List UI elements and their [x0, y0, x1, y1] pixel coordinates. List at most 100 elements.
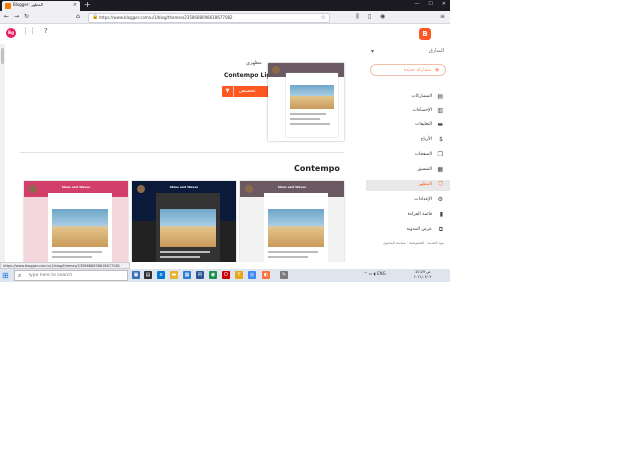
- lock-icon: 🔒: [92, 14, 99, 20]
- blog-switcher-chevron-icon[interactable]: ▾: [371, 48, 374, 55]
- blogger-logo-icon[interactable]: B: [419, 28, 431, 40]
- theme-header-text: Skies and Waves: [169, 185, 199, 189]
- sidebar-item-2[interactable]: ▬ التعليقات: [366, 120, 450, 131]
- theme-card-light[interactable]: Skies and Waves: [240, 181, 344, 262]
- new-post-button[interactable]: + مشاركة جديدة: [370, 64, 446, 76]
- theme-thumbnail: Skies and Waves: [132, 181, 236, 262]
- paint-icon[interactable]: ✎: [280, 271, 288, 279]
- footer-links[interactable]: بنود الخدمة · الخصوصية · سياسة المحتوى: [383, 241, 444, 245]
- theme-text-line: [52, 251, 102, 253]
- theme-avatar: [29, 185, 37, 193]
- clock-date: ٢٠٢١/٠٣/٠٣: [414, 275, 432, 279]
- sidebar-item-8[interactable]: ▮ قائمة القراءة: [366, 210, 450, 221]
- sidebar-toggle-icon[interactable]: ▯: [368, 13, 371, 20]
- sidebar-item-1[interactable]: ▥ الإحصاءات: [366, 106, 450, 117]
- sidebar-item-label: الأرباح: [420, 137, 432, 142]
- sidebar-item-4[interactable]: ❐ الصفحات: [366, 150, 450, 161]
- address-bar[interactable]: 🔒 https://www.blogger.com/u/1/blog/theme…: [88, 13, 330, 23]
- theme-thumbnail: Skies and Waves: [24, 181, 128, 262]
- store-icon[interactable]: ▦: [183, 271, 191, 279]
- theme-family-title: Contempo: [294, 164, 340, 173]
- theme-post-preview: [264, 193, 328, 262]
- file-explorer-icon[interactable]: ▬: [170, 271, 178, 279]
- page-scrollbar[interactable]: [0, 44, 5, 262]
- reload-button[interactable]: ↻: [24, 13, 29, 20]
- theme-card-dark[interactable]: Skies and Waves: [132, 181, 236, 262]
- library-icon[interactable]: ⫼: [356, 13, 359, 21]
- tab-strip: Blogger: المظهر × + — ☐ ✕: [0, 0, 450, 11]
- chrome-like-icon[interactable]: ◉: [209, 271, 217, 279]
- sidebar-item-6[interactable]: ⛉ المظهر: [366, 180, 450, 191]
- theme-thumbnail: Skies and Waves: [240, 181, 344, 262]
- theme-avatar: [137, 185, 145, 193]
- maximize-button[interactable]: ☐: [428, 1, 432, 7]
- search-icon: ⌕: [18, 272, 22, 279]
- theme-header-text: Skies and Waves: [61, 185, 91, 189]
- opera-icon[interactable]: O: [222, 271, 230, 279]
- url-text[interactable]: https://www.blogger.com/u/1/blog/themes/…: [99, 15, 233, 20]
- minimize-button[interactable]: —: [414, 1, 419, 7]
- task-view-icon[interactable]: ▣: [132, 271, 140, 279]
- theme-avatar: [245, 185, 253, 193]
- chrome-icon[interactable]: ◎: [248, 271, 256, 279]
- blogger-favicon-icon: [5, 3, 11, 9]
- windows-start-icon[interactable]: ⊞: [2, 271, 9, 280]
- sidebar-item-label: عرض المدونة: [406, 227, 432, 232]
- home-button[interactable]: ⌂: [76, 13, 80, 20]
- theme-header-text: Skies and Waves: [277, 185, 307, 189]
- taskbar-search-input[interactable]: [28, 272, 124, 279]
- sidebar-item-5[interactable]: ▦ التنسيق: [366, 165, 450, 176]
- app-y-icon[interactable]: Y: [235, 271, 243, 279]
- user-avatar[interactable]: Bg: [6, 28, 16, 38]
- taskbar-clock[interactable]: 10:29 ص ٢٠٢١/٠٣/٠٣: [414, 270, 431, 280]
- back-button[interactable]: ←: [4, 13, 9, 20]
- theme-text-line: [160, 251, 210, 253]
- account-icon[interactable]: ◉: [380, 13, 385, 20]
- widget-app-icon[interactable]: ▤: [144, 271, 152, 279]
- apps-grid-icon[interactable]: ⋮⋮: [22, 27, 36, 35]
- sidebar-item-icon: ⚙: [437, 196, 443, 203]
- sidebar-item-icon: ▬: [437, 121, 443, 128]
- sidebar-item-0[interactable]: ▤ المشاركات: [366, 92, 450, 103]
- sidebar-item-9[interactable]: ⧉ عرض المدونة: [366, 225, 450, 236]
- blog-name[interactable]: المبارق: [429, 48, 444, 54]
- theme-text-line: [268, 251, 318, 253]
- new-tab-button[interactable]: +: [84, 0, 91, 9]
- plus-icon: +: [434, 66, 440, 74]
- blogger-header: Bg ⋮⋮ ? B: [0, 24, 450, 44]
- theme-post-photo: [268, 209, 324, 247]
- edge-icon[interactable]: e: [157, 271, 165, 279]
- close-tab-icon[interactable]: ×: [73, 2, 77, 8]
- forward-button[interactable]: →: [14, 13, 19, 20]
- sidebar-item-icon: ❐: [437, 151, 443, 158]
- customize-dropdown-icon[interactable]: ▼: [222, 86, 234, 97]
- sidebar-item-icon: ⛉: [438, 181, 443, 188]
- sidebar-item-7[interactable]: ⚙ الإعدادات: [366, 195, 450, 206]
- browser-tab[interactable]: Blogger: المظهر ×: [2, 1, 80, 11]
- sidebar-item-icon: $: [439, 136, 443, 143]
- sidebar-item-3[interactable]: $ الأرباح: [366, 135, 450, 146]
- navigation-toolbar: ← → ↻ ⌂ 🔒 https://www.blogger.com/u/1/bl…: [0, 11, 450, 24]
- current-theme-preview[interactable]: [268, 63, 344, 141]
- customize-label: تخصيص: [239, 88, 256, 94]
- mail-icon[interactable]: ✉: [196, 271, 204, 279]
- system-tray[interactable]: ^ ▭ ◖ ENG: [364, 271, 386, 276]
- sidebar-item-label: التعليقات: [415, 122, 432, 127]
- sidebar-item-icon: ▤: [437, 93, 443, 100]
- bookmark-star-icon[interactable]: ☆: [321, 14, 326, 21]
- sidebar-item-label: المشاركات: [411, 94, 432, 99]
- help-icon[interactable]: ?: [44, 27, 48, 35]
- theme-card-pink[interactable]: Skies and Waves: [24, 181, 128, 262]
- theme-post-photo: [160, 209, 216, 247]
- theme-text-line: [268, 256, 308, 258]
- sidebar-item-label: الإعدادات: [414, 197, 432, 202]
- customize-button[interactable]: ▼ تخصيص: [222, 86, 274, 97]
- firefox-icon[interactable]: ◐: [262, 271, 270, 279]
- browser-window: Blogger: المظهر × + — ☐ ✕ ← → ↻ ⌂ 🔒 http…: [0, 0, 450, 282]
- blogger-sidebar: ▾ المبارق + مشاركة جديدة ▤ المشاركات ▥ الإح…: [366, 44, 450, 262]
- theme-post-photo: [52, 209, 108, 247]
- taskbar-search[interactable]: ⌕: [14, 270, 128, 281]
- menu-icon[interactable]: ≡: [440, 13, 445, 20]
- scrollbar-thumb[interactable]: [1, 48, 4, 64]
- close-window-button[interactable]: ✕: [442, 1, 446, 7]
